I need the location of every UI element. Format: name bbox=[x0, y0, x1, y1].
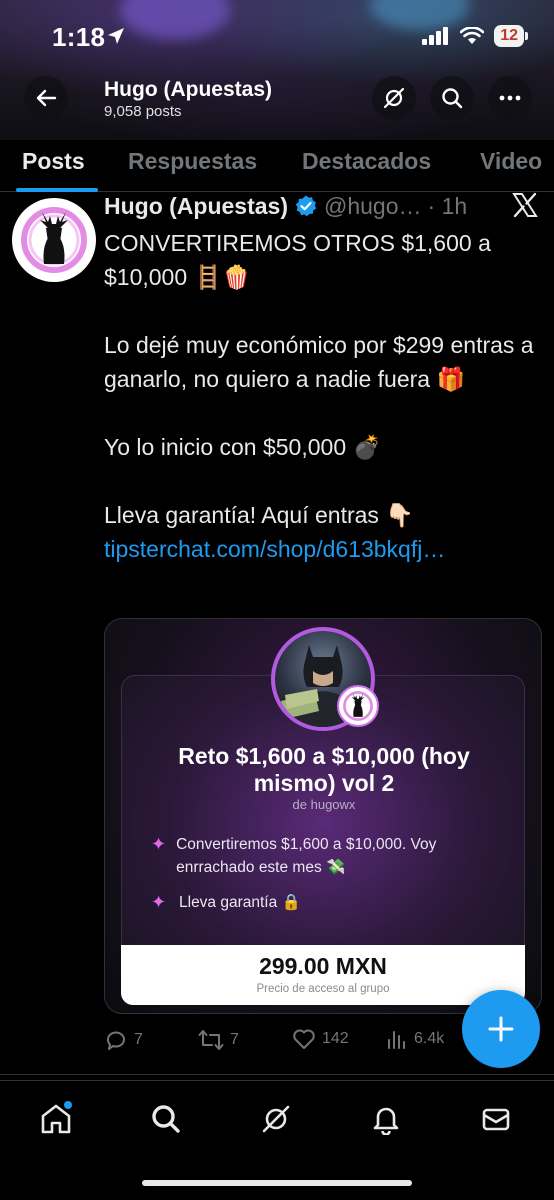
like-count: 142 bbox=[322, 1030, 349, 1047]
profile-tabs: Posts Respuestas Destacados Video bbox=[0, 140, 554, 192]
card-price-caption: Precio de acceso al grupo bbox=[256, 983, 390, 995]
nav-home[interactable] bbox=[36, 1099, 76, 1139]
tab-replies[interactable]: Respuestas bbox=[128, 148, 257, 175]
back-arrow-icon bbox=[36, 89, 57, 107]
deer-logo-icon bbox=[21, 207, 87, 273]
profile-name: Hugo (Apuestas) bbox=[104, 78, 272, 101]
reply-count: 7 bbox=[134, 1031, 143, 1048]
x-logo-icon bbox=[512, 192, 538, 218]
grok-icon bbox=[262, 1105, 290, 1133]
profile-header: Hugo (Apuestas) 9,058 posts bbox=[0, 72, 554, 128]
home-indicator bbox=[142, 1180, 412, 1186]
post-link[interactable]: tipsterchat.com/shop/d613bkqfj… bbox=[104, 532, 544, 566]
reply-button[interactable]: 7 bbox=[104, 1028, 143, 1052]
post-author-handle[interactable]: @hugo… bbox=[324, 193, 422, 220]
bell-icon bbox=[373, 1107, 399, 1135]
repost-icon bbox=[198, 1030, 224, 1050]
card-price: 299.00 MXN bbox=[259, 953, 387, 979]
card-feature-1: ✦ Convertiremos $1,600 a $10,000. Voy en… bbox=[151, 833, 491, 879]
sparkle-icon: ✦ bbox=[151, 834, 167, 854]
search-icon bbox=[152, 1105, 180, 1133]
active-tab-indicator bbox=[16, 188, 98, 192]
grok-button[interactable] bbox=[372, 76, 416, 120]
more-dots-icon bbox=[499, 95, 521, 101]
repost-button[interactable]: 7 bbox=[198, 1028, 239, 1052]
repost-count: 7 bbox=[230, 1031, 239, 1048]
grok-icon bbox=[383, 87, 405, 109]
verified-badge-icon bbox=[295, 195, 317, 217]
status-icons: 12 bbox=[422, 25, 528, 47]
location-arrow-icon bbox=[108, 28, 124, 44]
status-time: 1:18 bbox=[52, 22, 106, 52]
views-count: 6.4k bbox=[414, 1030, 445, 1047]
nav-notifications[interactable] bbox=[366, 1099, 406, 1139]
compose-post-button[interactable] bbox=[462, 990, 540, 1068]
wifi-icon bbox=[460, 27, 485, 44]
search-button[interactable] bbox=[430, 76, 474, 120]
post-author-name[interactable]: Hugo (Apuestas) bbox=[104, 193, 288, 220]
back-button[interactable] bbox=[24, 76, 68, 120]
reply-icon bbox=[106, 1031, 125, 1050]
views-button[interactable]: 6.4k bbox=[386, 1028, 444, 1050]
more-button[interactable] bbox=[488, 76, 532, 120]
card-feature-2-text: Lleva garantía 🔒 bbox=[179, 894, 301, 911]
battery-indicator: 12 bbox=[494, 25, 528, 47]
deer-logo-icon bbox=[343, 691, 373, 721]
nav-search[interactable] bbox=[146, 1099, 186, 1139]
views-chart-icon bbox=[388, 1031, 405, 1049]
nav-messages[interactable] bbox=[476, 1099, 516, 1139]
post-author-row: Hugo (Apuestas) @hugo… · 1h bbox=[104, 190, 467, 222]
post-line-3: Yo lo inicio con $50,000 💣 bbox=[104, 434, 382, 460]
card-subtitle: de hugowx bbox=[292, 797, 356, 812]
post-text: CONVERTIREMOS OTROS $1,600 a $10,000 🪜🍿 … bbox=[104, 226, 544, 566]
author-avatar[interactable] bbox=[12, 198, 96, 282]
plus-icon bbox=[488, 1016, 514, 1042]
like-button[interactable]: 142 bbox=[292, 1028, 349, 1050]
link-preview-card[interactable]: Reto $1,600 a $10,000 (hoy mismo) vol 2 … bbox=[104, 618, 542, 1014]
signal-icon bbox=[422, 27, 449, 45]
post-line-2: Lo dejé muy económico por $299 entras a … bbox=[104, 332, 534, 392]
nav-grok[interactable] bbox=[256, 1099, 296, 1139]
tab-video[interactable]: Video bbox=[480, 148, 542, 175]
card-title: Reto $1,600 a $10,000 (hoy mismo) vol 2 bbox=[178, 743, 470, 796]
posts-count: 9,058 posts bbox=[104, 103, 182, 120]
card-feature-1-text: Convertiremos $1,600 a $10,000. Voy enrr… bbox=[176, 836, 437, 876]
card-feature-2: ✦ Lleva garantía 🔒 bbox=[151, 891, 491, 914]
search-icon bbox=[442, 88, 463, 109]
heart-icon bbox=[293, 1029, 315, 1049]
post-time: · 1h bbox=[427, 192, 468, 219]
tab-highlights[interactable]: Destacados bbox=[302, 148, 431, 175]
post-line-1: CONVERTIREMOS OTROS $1,600 a $10,000 🪜🍿 bbox=[104, 230, 491, 290]
post-line-4: Lleva garantía! Aquí entras 👇🏻 bbox=[104, 502, 414, 528]
card-mini-avatar bbox=[337, 685, 379, 727]
price-box: 299.00 MXN Precio de acceso al grupo bbox=[121, 945, 525, 1005]
sparkle-icon: ✦ bbox=[151, 892, 167, 912]
status-bar: 1:18 12 bbox=[0, 0, 554, 72]
tab-posts[interactable]: Posts bbox=[22, 148, 85, 175]
feed-divider bbox=[0, 1074, 554, 1075]
home-notification-dot bbox=[64, 1101, 72, 1109]
mail-icon bbox=[482, 1108, 510, 1131]
